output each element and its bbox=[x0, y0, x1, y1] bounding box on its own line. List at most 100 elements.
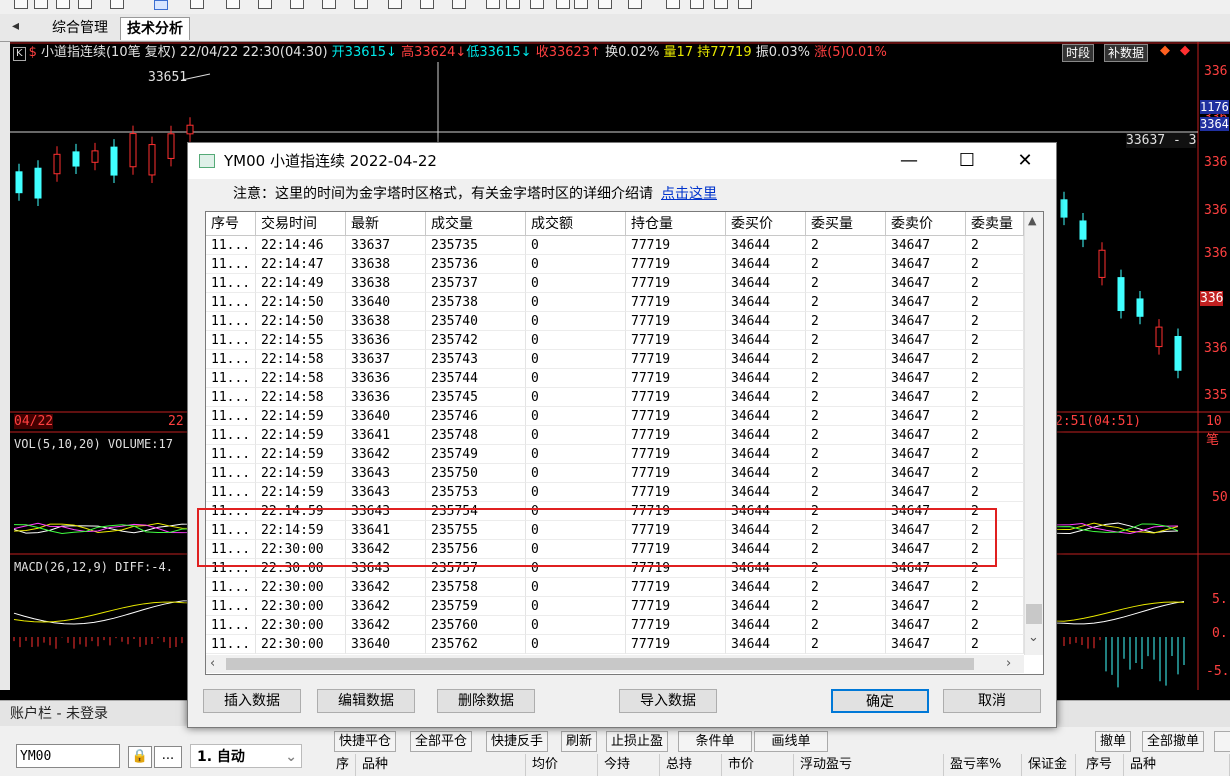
table-row[interactable]: 11... 22:14:55 33636 235742 0 77719 34644 2 3464… bbox=[206, 331, 1024, 350]
order-mode-select[interactable]: 1. 自动 ⌄ bbox=[190, 744, 302, 768]
supplement-data-button[interactable]: 补数据 bbox=[1104, 44, 1149, 62]
draw-line-icon[interactable] bbox=[190, 0, 204, 9]
header-col-ask-size[interactable]: 委卖量 bbox=[966, 212, 1024, 236]
alert-icon[interactable]: ◆ bbox=[1160, 43, 1170, 58]
import-data-button[interactable]: 导入数据 bbox=[619, 689, 717, 713]
tick-data-table[interactable]: 序号 交易时间 最新 成交量 成交额 持仓量 委买价 委买量 委卖价 委卖量 11... 22:14… bbox=[205, 211, 1044, 675]
table-row[interactable]: 11... 22:14:46 33637 235735 0 77719 34644 2 3464… bbox=[206, 236, 1024, 255]
vertical-scrollbar[interactable]: ▲ ⌄ bbox=[1024, 212, 1043, 655]
table-row[interactable]: 11... 22:14:59 33640 235746 0 77719 34644 2 3464… bbox=[206, 407, 1024, 426]
star-icon[interactable]: ◆ bbox=[1180, 43, 1190, 58]
toolbar-icon[interactable] bbox=[690, 0, 704, 9]
delete-data-button[interactable]: 删除数据 bbox=[437, 689, 535, 713]
stop-loss-button[interactable]: 止损止盈 bbox=[606, 731, 669, 752]
table-row[interactable]: 11... 22:14:50 33640 235738 0 77719 34644 2 3464… bbox=[206, 293, 1024, 312]
table-row[interactable]: 11... 22:14:59 33642 235749 0 77719 34644 2 3464… bbox=[206, 445, 1024, 464]
toolbar-icon[interactable] bbox=[738, 0, 752, 9]
quick-reverse-button[interactable]: 快捷反手 bbox=[486, 731, 549, 752]
insert-data-button[interactable]: 插入数据 bbox=[203, 689, 301, 713]
table-row[interactable]: 11... 22:14:59 33643 235753 0 77719 34644 2 3464… bbox=[206, 483, 1024, 502]
draw-tool-icon[interactable] bbox=[322, 0, 336, 9]
toolbar-icon[interactable] bbox=[34, 0, 48, 9]
maximize-button[interactable]: ☐ bbox=[938, 143, 996, 179]
more-button[interactable]: ... bbox=[154, 746, 182, 768]
conditional-order-button[interactable]: 条件单 bbox=[678, 731, 752, 752]
zoom-in-icon[interactable] bbox=[56, 0, 70, 9]
settings-icon[interactable] bbox=[110, 0, 124, 9]
table-row[interactable]: 11... 22:30:00 33642 235759 0 77719 34644 2 3464… bbox=[206, 597, 1024, 616]
tab-technical-analysis[interactable]: 技术分析 bbox=[120, 17, 190, 40]
draw-tool-icon[interactable] bbox=[556, 0, 570, 9]
draw-tool-icon[interactable] bbox=[354, 0, 368, 9]
table-row[interactable]: 11... 22:14:59 33641 235755 0 77719 34644 2 3464… bbox=[206, 521, 1024, 540]
scroll-right-icon[interactable]: › bbox=[1006, 656, 1011, 671]
quick-close-button[interactable]: 快捷平仓 bbox=[334, 731, 397, 752]
table-row[interactable]: 11... 22:30:00 33642 235760 0 77719 34644 2 3464… bbox=[206, 616, 1024, 635]
notice-link[interactable]: 点击这里 bbox=[661, 186, 717, 202]
draw-tool-icon[interactable] bbox=[506, 0, 520, 9]
minimize-button[interactable]: — bbox=[880, 143, 938, 179]
scroll-up-icon[interactable]: ▲ bbox=[1028, 214, 1036, 227]
header-col-bid-price[interactable]: 委买价 bbox=[726, 212, 806, 236]
close-button[interactable]: ✕ bbox=[996, 143, 1054, 179]
draw-tool-icon[interactable] bbox=[574, 0, 588, 9]
draw-tool-icon[interactable] bbox=[452, 0, 466, 9]
draw-tool-icon[interactable] bbox=[258, 0, 272, 9]
header-col-latest[interactable]: 最新 bbox=[346, 212, 426, 236]
cursor-icon[interactable] bbox=[154, 0, 168, 10]
cancel-order-button[interactable]: 撤单 bbox=[1095, 731, 1132, 752]
header-col-time[interactable]: 交易时间 bbox=[256, 212, 346, 236]
header-col-index[interactable]: 序号 bbox=[206, 212, 256, 236]
edit-data-button[interactable]: 编辑数据 bbox=[317, 689, 415, 713]
kline-toggle[interactable]: K bbox=[13, 47, 26, 61]
table-row[interactable]: 11... 22:14:47 33638 235736 0 77719 34644 2 3464… bbox=[206, 255, 1024, 274]
draw-tool-icon[interactable] bbox=[420, 0, 434, 9]
header-col-amount[interactable]: 成交额 bbox=[526, 212, 626, 236]
line-order-button[interactable]: 画线单 bbox=[754, 731, 828, 752]
period-button[interactable]: 时段 bbox=[1062, 44, 1095, 62]
table-row[interactable]: 11... 22:14:49 33638 235737 0 77719 34644 2 3464… bbox=[206, 274, 1024, 293]
close-all-button[interactable]: 全部平仓 bbox=[410, 731, 473, 752]
more-actions-button[interactable] bbox=[1214, 731, 1230, 752]
table-row[interactable]: 11... 22:30:00 33642 235758 0 77719 34644 2 3464… bbox=[206, 578, 1024, 597]
toolbar-icon[interactable] bbox=[714, 0, 728, 9]
table-row[interactable]: 11... 22:14:58 33637 235743 0 77719 34644 2 3464… bbox=[206, 350, 1024, 369]
table-row[interactable]: 11... 22:30:00 33640 235762 0 77719 34644 2 3464… bbox=[206, 635, 1024, 654]
zoom-out-icon[interactable] bbox=[78, 0, 92, 9]
header-col-ask-price[interactable]: 委卖价 bbox=[886, 212, 966, 236]
draw-tool-icon[interactable] bbox=[628, 0, 642, 9]
table-row[interactable]: 11... 22:14:50 33638 235740 0 77719 34644 2 3464… bbox=[206, 312, 1024, 331]
lock-icon[interactable]: 🔒 bbox=[128, 746, 152, 768]
price-axis-label: 335 bbox=[1204, 388, 1228, 403]
refresh-button[interactable]: 刷新 bbox=[561, 731, 598, 752]
draw-tool-icon[interactable] bbox=[226, 0, 240, 9]
table-row[interactable]: 11... 22:14:59 33643 235750 0 77719 34644 2 3464… bbox=[206, 464, 1024, 483]
draw-tool-icon[interactable] bbox=[290, 0, 304, 9]
delete-icon[interactable] bbox=[530, 0, 544, 9]
scroll-thumb[interactable] bbox=[1026, 604, 1042, 624]
toolbar-icon[interactable] bbox=[666, 0, 680, 9]
horizontal-scrollbar[interactable]: ‹ › bbox=[206, 655, 1024, 673]
tab-general-management[interactable]: 综合管理 bbox=[46, 17, 114, 39]
hscroll-thumb[interactable] bbox=[226, 658, 974, 670]
table-row[interactable]: 11... 22:14:58 33636 235744 0 77719 34644 2 3464… bbox=[206, 369, 1024, 388]
toolbar-icon[interactable] bbox=[14, 0, 28, 9]
table-row[interactable]: 11... 22:30:00 33642 235756 0 77719 34644 2 3464… bbox=[206, 540, 1024, 559]
table-row[interactable]: 11... 22:14:58 33636 235745 0 77719 34644 2 3464… bbox=[206, 388, 1024, 407]
contract-code-input[interactable]: YM00 bbox=[16, 744, 120, 768]
tab-scroll-arrow-icon[interactable]: ◂ bbox=[12, 18, 30, 38]
cancel-all-orders-button[interactable]: 全部撤单 bbox=[1142, 731, 1205, 752]
draw-tool-icon[interactable] bbox=[388, 0, 402, 9]
scroll-down-icon[interactable]: ⌄ bbox=[1028, 630, 1039, 645]
scroll-left-icon[interactable]: ‹ bbox=[210, 656, 215, 671]
table-row[interactable]: 11... 22:30:00 33643 235757 0 77719 34644 2 3464… bbox=[206, 559, 1024, 578]
cancel-button[interactable]: 取消 bbox=[943, 689, 1041, 713]
table-row[interactable]: 11... 22:14:59 33643 235754 0 77719 34644 2 3464… bbox=[206, 502, 1024, 521]
draw-tool-icon[interactable] bbox=[598, 0, 612, 9]
header-col-bid-size[interactable]: 委买量 bbox=[806, 212, 886, 236]
header-col-open-interest[interactable]: 持仓量 bbox=[626, 212, 726, 236]
header-col-volume[interactable]: 成交量 bbox=[426, 212, 526, 236]
table-row[interactable]: 11... 22:14:59 33641 235748 0 77719 34644 2 3464… bbox=[206, 426, 1024, 445]
ok-button[interactable]: 确定 bbox=[831, 689, 929, 713]
draw-tool-icon[interactable] bbox=[486, 0, 500, 9]
